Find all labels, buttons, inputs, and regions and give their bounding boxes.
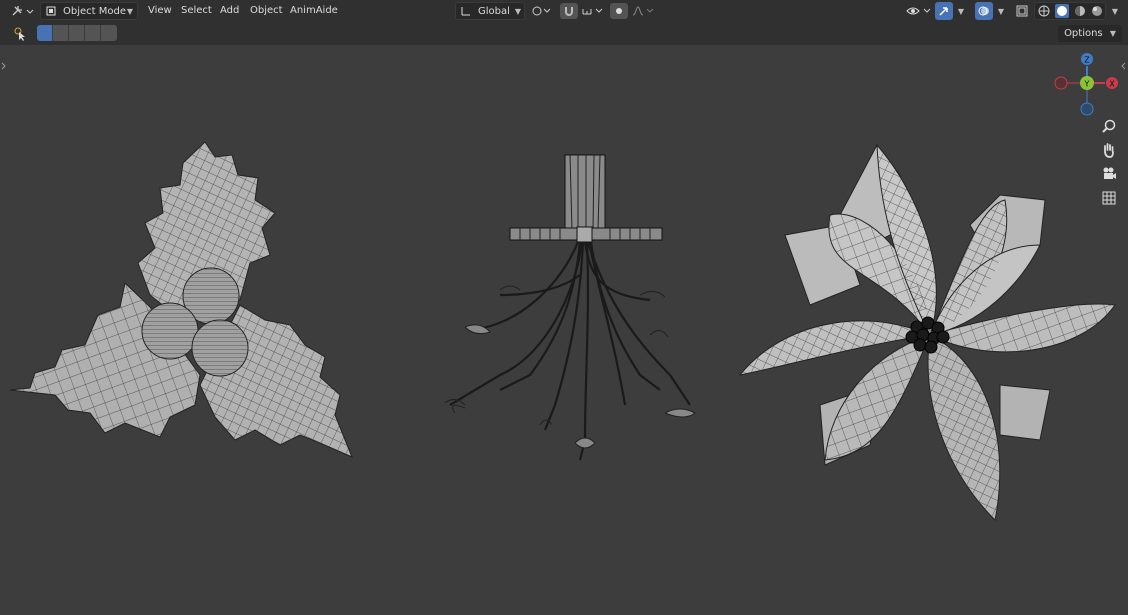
- holly-berry[interactable]: [191, 319, 249, 377]
- gizmo-neg-z-axis[interactable]: [1080, 102, 1094, 116]
- gizmo-x-label: X: [1109, 80, 1115, 89]
- pivot-icon: [532, 6, 551, 16]
- snap-toggle[interactable]: [560, 3, 578, 19]
- overlays-dropdown[interactable]: ▼: [994, 2, 1008, 20]
- 3d-viewport[interactable]: Z X Y: [0, 45, 1128, 615]
- viewport-canvas: Z X Y: [1, 53, 1126, 522]
- object-visibility-dropdown[interactable]: [904, 2, 932, 20]
- gizmo-z-label: Z: [1084, 56, 1090, 65]
- solid-shading-icon[interactable]: [1054, 4, 1069, 18]
- chevron-down-icon: ▼: [957, 6, 965, 16]
- mode-dropdown[interactable]: Object Mode ▼: [40, 2, 138, 20]
- shading-mode-group: [1034, 2, 1106, 20]
- gizmo-y-label: Y: [1084, 80, 1090, 89]
- overlays-toggle[interactable]: [975, 2, 993, 20]
- select-subtract-icon[interactable]: [69, 25, 85, 41]
- viewport-gizmo-toggle[interactable]: [935, 2, 953, 20]
- poinsettia[interactable]: [738, 143, 1116, 522]
- proportional-editing-icon: [616, 8, 622, 14]
- grid-icon: [1102, 191, 1116, 205]
- chevron-down-icon: ▼: [1111, 6, 1119, 16]
- chevron-down-icon: ▼: [1109, 29, 1116, 38]
- menu-add[interactable]: Add: [220, 2, 239, 20]
- zoom-button[interactable]: [1098, 115, 1120, 137]
- tool-header: Options ▼: [0, 22, 1128, 46]
- perspective-toggle-button[interactable]: [1098, 187, 1120, 209]
- gizmo-dropdown[interactable]: ▼: [954, 2, 968, 20]
- material-preview-icon[interactable]: [1074, 5, 1086, 17]
- transform-orientation-label: Global: [478, 5, 510, 17]
- camera-icon: [1103, 167, 1116, 179]
- sidebar-expand-icon[interactable]: [1121, 62, 1126, 70]
- viewport-header: Object Mode ▼ View Select Add Object Ani…: [0, 0, 1128, 22]
- holly-leaves-with-berries[interactable]: [9, 141, 353, 458]
- eye-icon: [906, 7, 931, 15]
- menu-select[interactable]: Select: [181, 2, 212, 20]
- toolbar-expand-icon[interactable]: [1, 62, 6, 70]
- magnet-icon: [565, 7, 573, 16]
- snap-target-dropdown[interactable]: [580, 2, 606, 20]
- pivot-point-button[interactable]: [530, 2, 552, 20]
- object-mode-icon: [46, 6, 56, 16]
- navigation-gizmo[interactable]: Z X Y: [1054, 53, 1118, 116]
- gizmo-icon: [939, 7, 948, 16]
- xray-toggle[interactable]: [1013, 2, 1031, 20]
- orientation-axes-icon: [461, 7, 470, 16]
- select-extend-icon[interactable]: [53, 25, 69, 41]
- chevron-down-icon: ▼: [126, 6, 133, 16]
- select-new-icon[interactable]: [37, 25, 53, 41]
- selection-mode-group: [37, 25, 117, 41]
- falloff-curve-icon: [632, 6, 654, 16]
- magnifier-icon: [1102, 119, 1116, 133]
- transform-orientation-dropdown[interactable]: Global ▼: [455, 2, 525, 20]
- holly-berry[interactable]: [141, 302, 199, 360]
- wireframe-shading-icon[interactable]: [1038, 5, 1050, 17]
- menu-object[interactable]: Object: [250, 2, 283, 20]
- select-tool-button[interactable]: [12, 25, 30, 43]
- overlays-icon: [978, 6, 989, 16]
- options-label-overlay: Options: [1064, 28, 1103, 39]
- hand-icon: [1104, 143, 1114, 158]
- proportional-editing-toggle[interactable]: [610, 3, 628, 19]
- options-dropdown-overlay[interactable]: Options ▼: [1058, 25, 1122, 42]
- pan-button[interactable]: [1098, 139, 1120, 161]
- chevron-down-icon: ▼: [514, 6, 521, 16]
- menu-animaide[interactable]: AnimAide: [290, 2, 338, 20]
- camera-view-button[interactable]: [1098, 163, 1120, 185]
- 3d-viewport-icon: [12, 6, 34, 16]
- mistletoe[interactable]: [444, 154, 696, 461]
- editor-type-button[interactable]: [8, 2, 36, 20]
- xray-icon: [1016, 5, 1028, 17]
- falloff-dropdown[interactable]: [630, 2, 656, 20]
- shading-dropdown[interactable]: ▼: [1108, 2, 1122, 20]
- select-intersect-icon[interactable]: [101, 25, 117, 41]
- chevron-down-icon: ▼: [997, 6, 1005, 16]
- rendered-shading-icon[interactable]: [1091, 5, 1103, 17]
- snap-increment-icon: [582, 8, 603, 15]
- gizmo-neg-x-axis[interactable]: [1054, 76, 1068, 90]
- menu-view[interactable]: View: [148, 2, 172, 20]
- cursor-arrow-icon: [14, 27, 25, 41]
- select-difference-icon[interactable]: [85, 25, 101, 41]
- mode-label: Object Mode: [63, 5, 126, 17]
